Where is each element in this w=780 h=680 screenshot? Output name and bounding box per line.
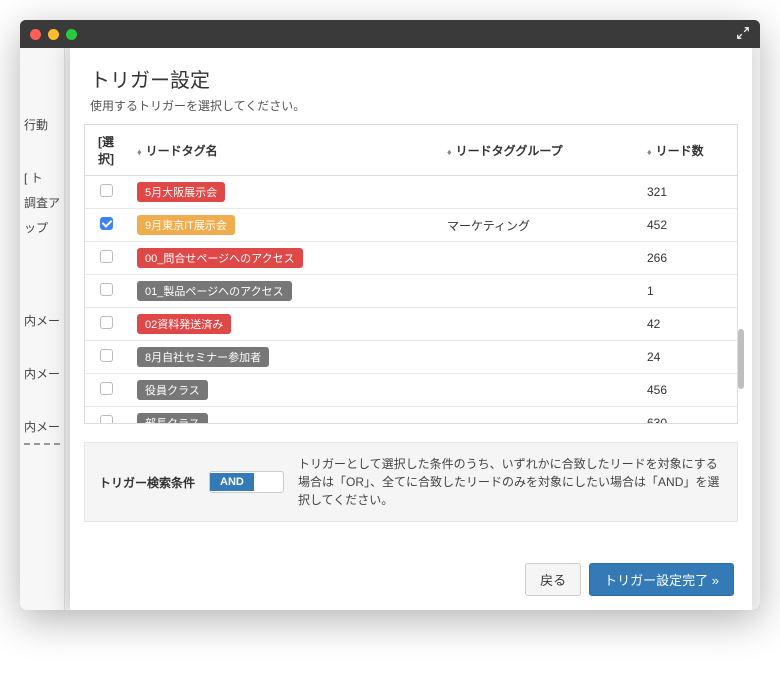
table-row[interactable]: 部長クラス 630: [85, 407, 737, 425]
table-row[interactable]: 00_問合せページへのアクセス 266: [85, 242, 737, 275]
tag-group-cell: [437, 275, 637, 308]
close-window-button[interactable]: [30, 29, 41, 40]
lead-tag: 00_問合せページへのアクセス: [137, 248, 303, 268]
tag-group-cell: マーケティング: [437, 209, 637, 242]
trigger-settings-modal: トリガー設定 使用するトリガーを選択してください。 [選択] ♦リードタグ名 ♦…: [70, 48, 752, 610]
condition-panel: トリガー検索条件 AND トリガーとして選択した条件のうち、いずれかに合致したリ…: [84, 442, 738, 522]
sort-icon: ♦: [137, 148, 142, 157]
trigger-table: [選択] ♦リードタグ名 ♦リードタググループ ♦リード数 5月大阪展示会 321…: [85, 125, 737, 424]
modal-body: [選択] ♦リードタグ名 ♦リードタググループ ♦リード数 5月大阪展示会 321…: [70, 124, 752, 549]
maximize-window-button[interactable]: [66, 29, 77, 40]
complete-button[interactable]: トリガー設定完了 »: [589, 563, 734, 596]
table-row[interactable]: 02資料発送済み 42: [85, 308, 737, 341]
row-checkbox[interactable]: [100, 316, 113, 329]
lead-tag: 02資料発送済み: [137, 314, 231, 334]
tag-group-cell: [437, 308, 637, 341]
back-button[interactable]: 戻る: [525, 563, 581, 596]
background-content: 行動 [ ト 調査ア ップ 内メー 内メー 内メー: [20, 48, 65, 610]
window-controls: [30, 29, 77, 40]
condition-description: トリガーとして選択した条件のうち、いずれかに合致したリードを対象にする場合は「O…: [298, 455, 723, 509]
bg-text: [ ト: [24, 169, 60, 186]
minimize-window-button[interactable]: [48, 29, 59, 40]
bg-text: ップ: [24, 219, 60, 236]
app-body: 行動 [ ト 調査ア ップ 内メー 内メー 内メー トリガー設定 使用するトリガ…: [20, 48, 760, 610]
row-checkbox[interactable]: [100, 217, 113, 230]
table-row[interactable]: 9月東京IT展示会 マーケティング452: [85, 209, 737, 242]
lead-tag: 9月東京IT展示会: [137, 215, 235, 235]
lead-count-cell: 456: [637, 374, 737, 407]
toggle-or[interactable]: [254, 473, 283, 491]
col-tag-group[interactable]: ♦リードタググループ: [437, 125, 637, 176]
lead-tag: 役員クラス: [137, 380, 208, 400]
bg-text: 調査ア: [24, 194, 60, 211]
bg-text: 内メー: [24, 418, 60, 435]
bg-text: 内メー: [24, 312, 60, 329]
lead-tag: 8月自社セミナー参加者: [137, 347, 269, 367]
lead-count-cell: 266: [637, 242, 737, 275]
lead-count-cell: 1: [637, 275, 737, 308]
row-checkbox[interactable]: [100, 283, 113, 296]
sort-icon: ♦: [447, 148, 452, 157]
col-count[interactable]: ♦リード数: [637, 125, 737, 176]
row-checkbox[interactable]: [100, 415, 113, 424]
modal-header: トリガー設定 使用するトリガーを選択してください。: [70, 48, 752, 124]
toggle-and[interactable]: AND: [210, 473, 254, 491]
trigger-table-body: 5月大阪展示会3219月東京IT展示会マーケティング45200_問合せページへの…: [85, 176, 737, 425]
modal-title: トリガー設定: [90, 64, 732, 93]
fullscreen-icon[interactable]: [736, 26, 750, 43]
bg-text: 内メー: [24, 365, 60, 382]
lead-count-cell: 452: [637, 209, 737, 242]
tag-group-cell: [437, 407, 637, 425]
row-checkbox[interactable]: [100, 184, 113, 197]
and-or-toggle[interactable]: AND: [209, 471, 284, 493]
sort-icon: ♦: [647, 148, 652, 157]
col-select: [選択]: [85, 125, 127, 176]
table-row[interactable]: 01_製品ページへのアクセス 1: [85, 275, 737, 308]
tag-group-cell: [437, 242, 637, 275]
row-checkbox[interactable]: [100, 382, 113, 395]
tag-group-cell: [437, 176, 637, 209]
row-checkbox[interactable]: [100, 250, 113, 263]
lead-count-cell: 42: [637, 308, 737, 341]
modal-footer: 戻る トリガー設定完了 »: [70, 549, 752, 610]
modal-subtitle: 使用するトリガーを選択してください。: [90, 97, 732, 114]
table-row[interactable]: 8月自社セミナー参加者 24: [85, 341, 737, 374]
bg-text: 行動: [24, 116, 60, 133]
trigger-table-wrap[interactable]: [選択] ♦リードタグ名 ♦リードタググループ ♦リード数 5月大阪展示会 321…: [84, 124, 738, 424]
col-tag-name[interactable]: ♦リードタグ名: [127, 125, 437, 176]
lead-tag: 5月大阪展示会: [137, 182, 225, 202]
lead-count-cell: 321: [637, 176, 737, 209]
app-window: 行動 [ ト 調査ア ップ 内メー 内メー 内メー トリガー設定 使用するトリガ…: [20, 20, 760, 610]
lead-tag: 01_製品ページへのアクセス: [137, 281, 292, 301]
table-row[interactable]: 役員クラス 456: [85, 374, 737, 407]
tag-group-cell: [437, 374, 637, 407]
row-checkbox[interactable]: [100, 349, 113, 362]
condition-label: トリガー検索条件: [99, 474, 195, 491]
table-row[interactable]: 5月大阪展示会 321: [85, 176, 737, 209]
window-titlebar: [20, 20, 760, 48]
lead-tag: 部長クラス: [137, 413, 208, 424]
lead-count-cell: 630: [637, 407, 737, 425]
lead-count-cell: 24: [637, 341, 737, 374]
bg-divider: [24, 443, 60, 445]
scrollbar-thumb[interactable]: [738, 329, 744, 389]
tag-group-cell: [437, 341, 637, 374]
